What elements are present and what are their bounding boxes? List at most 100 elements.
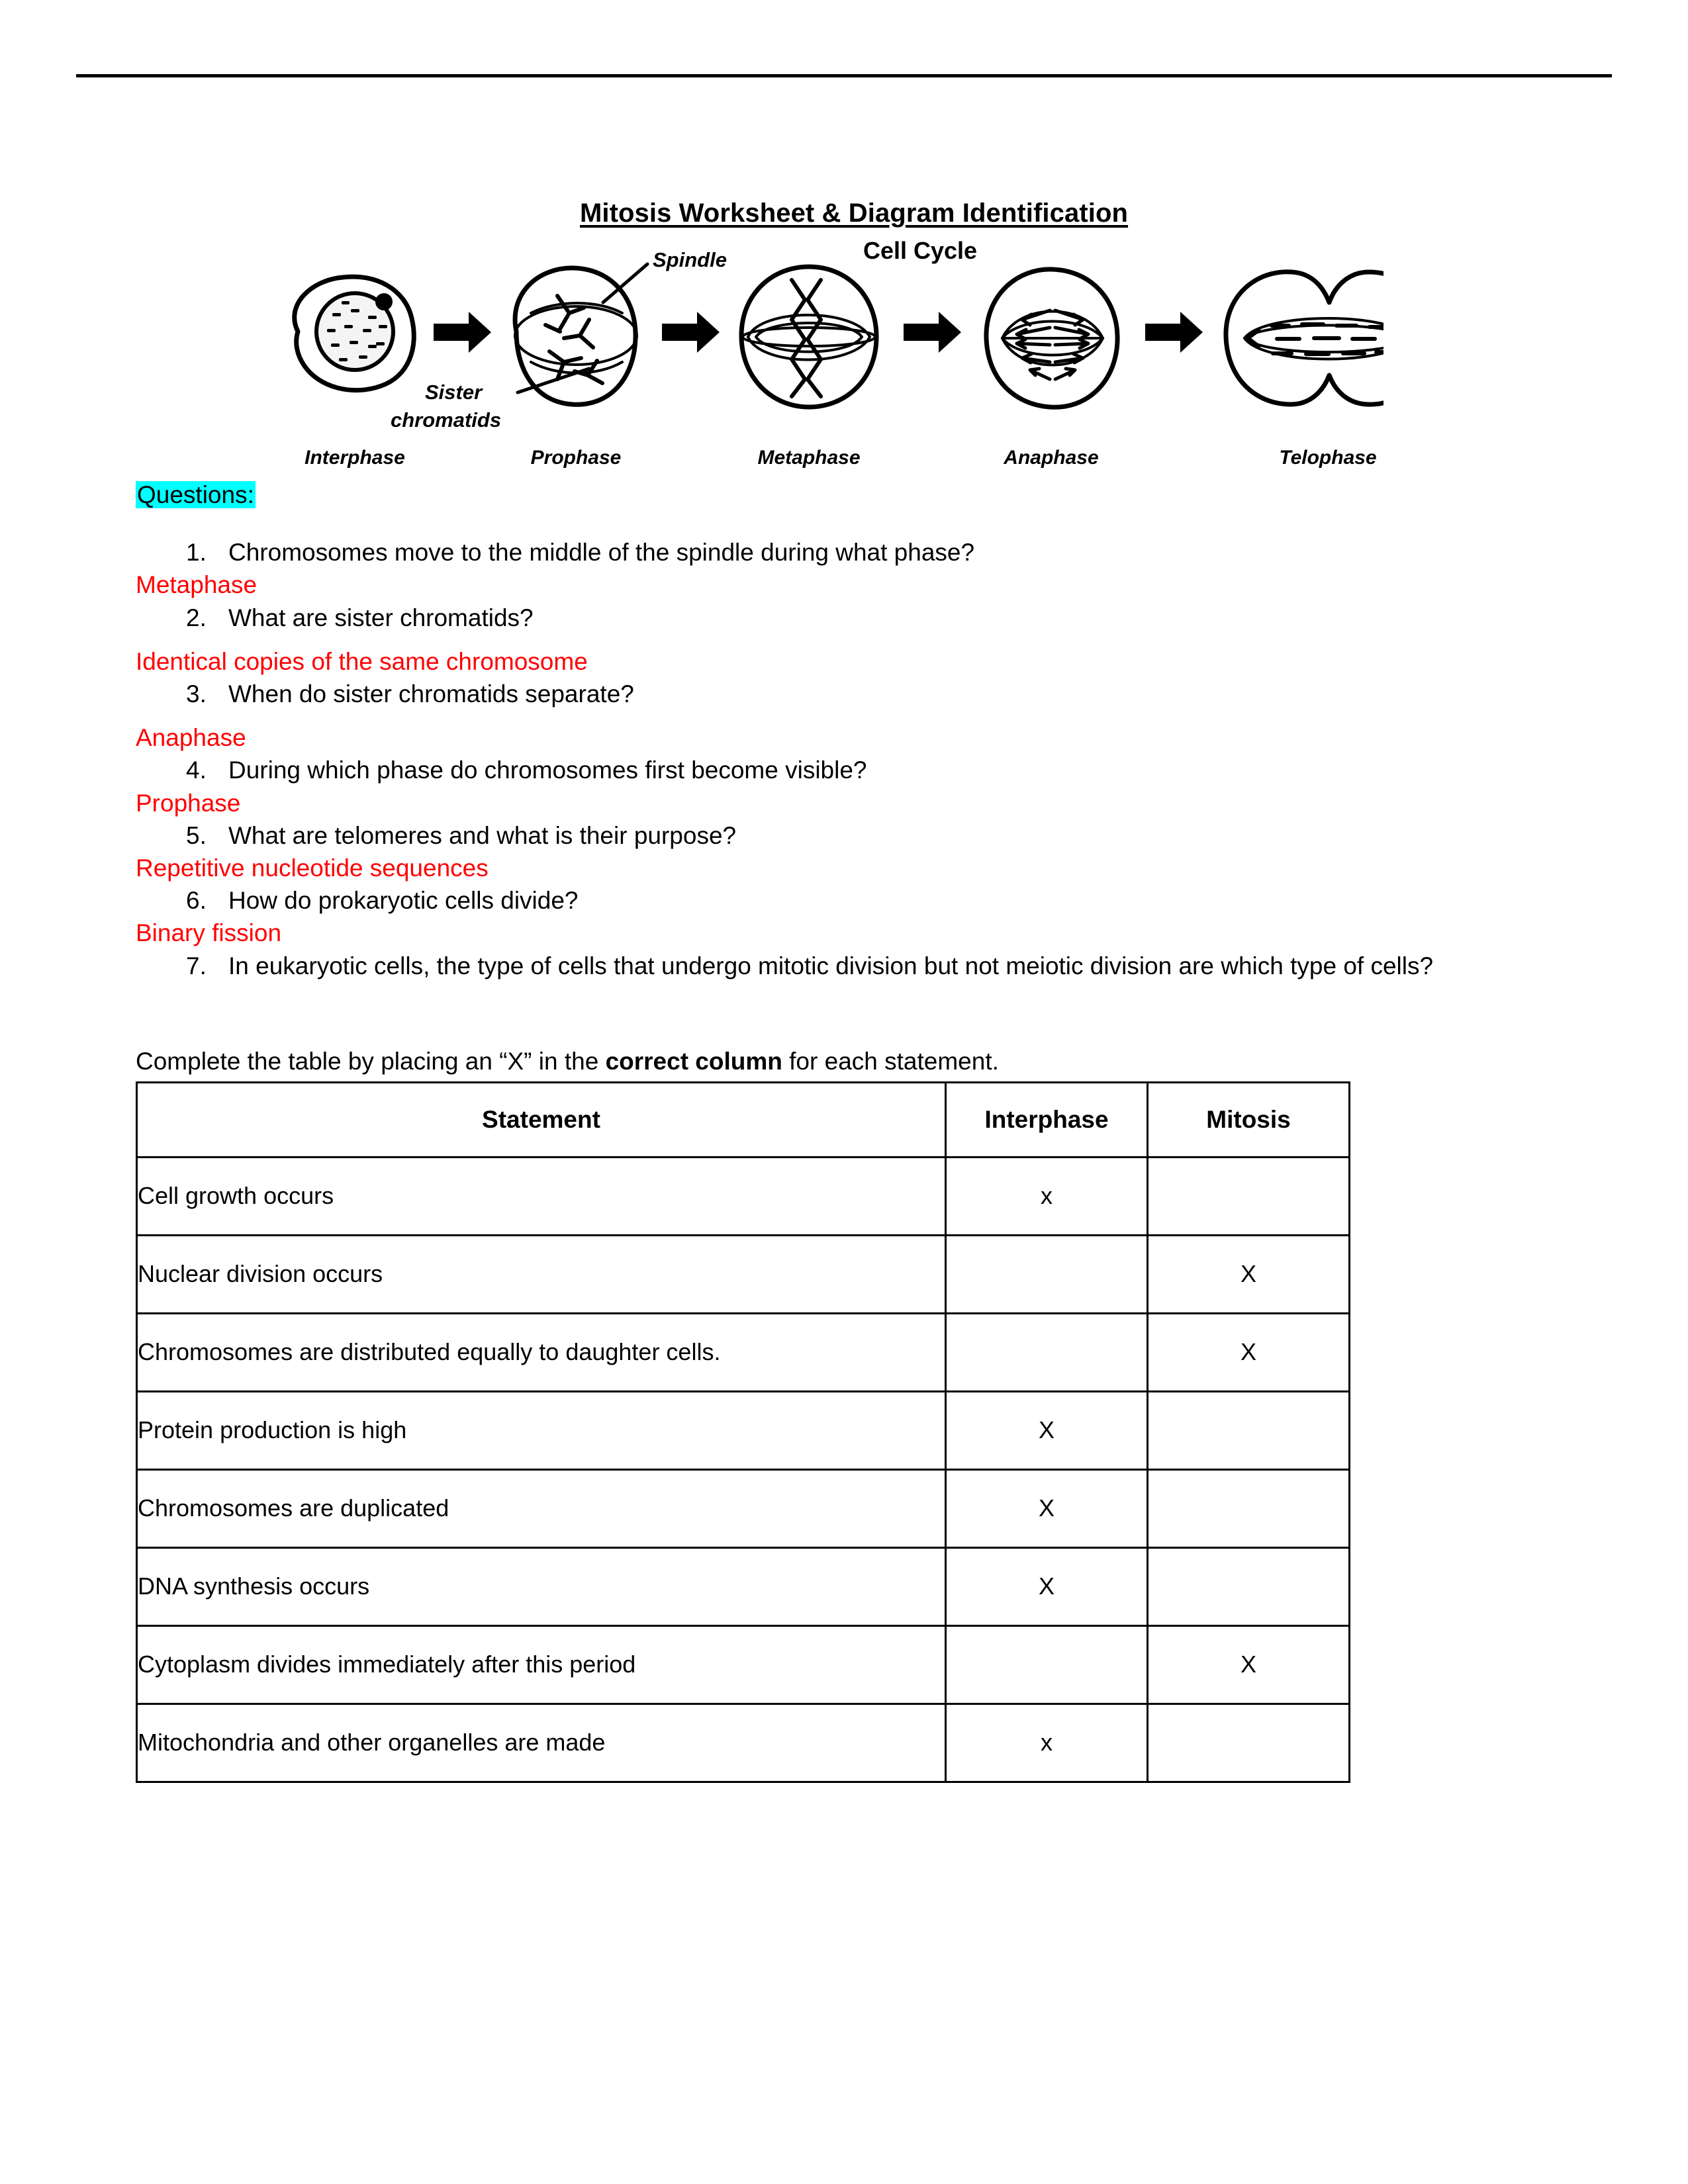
- row-3-mitosis-mark[interactable]: X: [1147, 1312, 1350, 1392]
- table-row: Nuclear division occurs X: [136, 1234, 1350, 1314]
- phase-label-interphase: Interphase: [305, 447, 405, 469]
- questions-list: 1. Chromosomes move to the middle of the…: [136, 536, 1552, 982]
- question-5: 5. What are telomeres and what is their …: [136, 819, 1552, 852]
- question-5-number: 5.: [186, 821, 207, 849]
- table-instruction-after: for each statement.: [782, 1047, 999, 1075]
- phase-label-prophase: Prophase: [531, 447, 622, 469]
- question-7: 7. In eukaryotic cells, the type of cell…: [136, 950, 1552, 982]
- document-page: Mitosis Worksheet & Diagram Identificati…: [0, 0, 1688, 2184]
- question-3: 3. When do sister chromatids separate?: [136, 678, 1552, 710]
- row-2-statement: Nuclear division occurs: [136, 1234, 947, 1314]
- arrow-4: [1145, 312, 1203, 353]
- table-instruction-before: Complete the table by placing an “X” in …: [136, 1047, 606, 1075]
- table-row: Mitochondria and other organelles are ma…: [136, 1702, 1350, 1783]
- sister-chromatids-callout-line2: chromatids: [391, 408, 501, 432]
- row-5-statement: Chromosomes are duplicated: [136, 1468, 947, 1549]
- question-7-number: 7.: [186, 952, 207, 979]
- row-8-interphase-mark[interactable]: x: [945, 1702, 1149, 1783]
- row-5-mitosis-mark[interactable]: [1147, 1468, 1350, 1549]
- diagram-title: Cell Cycle: [863, 239, 977, 264]
- header-divider: [76, 74, 1612, 77]
- question-2: 2. What are sister chromatids?: [136, 602, 1552, 634]
- row-5-interphase-mark[interactable]: X: [945, 1468, 1149, 1549]
- table-instruction-bold: correct column: [605, 1047, 782, 1075]
- question-5-text: What are telomeres and what is their pur…: [228, 821, 737, 849]
- phase-label-metaphase: Metaphase: [757, 447, 860, 469]
- question-6-number: 6.: [186, 887, 207, 915]
- qa-item-2: 2. What are sister chromatids? Identical…: [136, 602, 1552, 678]
- table-row: DNA synthesis occurs X: [136, 1546, 1350, 1627]
- answer-2: Identical copies of the same chromosome: [136, 647, 588, 675]
- answer-1: Metaphase: [136, 571, 258, 599]
- interphase-mitosis-table: Statement Interphase Mitosis Cell growth…: [136, 1081, 1350, 1783]
- row-6-interphase-mark[interactable]: X: [945, 1546, 1149, 1627]
- row-3-interphase-mark[interactable]: [945, 1312, 1149, 1392]
- row-7-mitosis-mark[interactable]: X: [1147, 1624, 1350, 1705]
- row-7-statement: Cytoplasm divides immediately after this…: [136, 1624, 947, 1705]
- row-4-interphase-mark[interactable]: X: [945, 1390, 1149, 1471]
- row-7-interphase-mark[interactable]: [945, 1624, 1149, 1705]
- qa-item-1: 1. Chromosomes move to the middle of the…: [136, 536, 1552, 601]
- arrow-3: [904, 312, 961, 353]
- table-header-row: Statement Interphase Mitosis: [136, 1081, 1350, 1158]
- question-6: 6. How do prokaryotic cells divide?: [136, 884, 1552, 917]
- question-2-number: 2.: [186, 604, 207, 631]
- table-row: Cell growth occurs x: [136, 1156, 1350, 1236]
- answer-3: Anaphase: [136, 724, 246, 752]
- question-4-number: 4.: [186, 756, 207, 784]
- table-row: Chromosomes are distributed equally to d…: [136, 1312, 1350, 1392]
- prophase-cell: [512, 262, 649, 407]
- telophase-cell: [1223, 269, 1383, 407]
- row-4-statement: Protein production is high: [136, 1390, 947, 1471]
- row-6-mitosis-mark[interactable]: [1147, 1546, 1350, 1627]
- answer-6: Binary fission: [136, 919, 282, 947]
- question-4-text: During which phase do chromosomes first …: [228, 756, 867, 784]
- qa-item-7: 7. In eukaryotic cells, the type of cell…: [136, 950, 1552, 982]
- questions-heading: Questions:: [136, 480, 1552, 510]
- question-3-text: When do sister chromatids separate?: [228, 680, 634, 707]
- qa-item-3: 3. When do sister chromatids separate? A…: [136, 678, 1552, 754]
- table-row: Protein production is high X: [136, 1390, 1350, 1471]
- answer-4: Prophase: [136, 789, 241, 817]
- row-1-interphase-mark[interactable]: x: [945, 1156, 1149, 1236]
- question-2-text: What are sister chromatids?: [228, 604, 534, 631]
- cell-cycle-diagram: Cell Cycle Spindle Sister chromatids Int…: [258, 239, 1383, 477]
- row-8-statement: Mitochondria and other organelles are ma…: [136, 1702, 947, 1783]
- question-7-text: In eukaryotic cells, the type of cells t…: [228, 952, 1434, 979]
- question-3-number: 3.: [186, 680, 207, 707]
- spindle-callout-label: Spindle: [653, 248, 727, 271]
- cell-cycle-illustration: Cell Cycle Spindle Sister chromatids Int…: [292, 239, 1383, 469]
- question-4: 4. During which phase do chromosomes fir…: [136, 754, 1552, 786]
- row-6-statement: DNA synthesis occurs: [136, 1546, 947, 1627]
- column-header-statement: Statement: [136, 1081, 947, 1158]
- row-2-interphase-mark[interactable]: [945, 1234, 1149, 1314]
- answer-5: Repetitive nucleotide sequences: [136, 854, 489, 882]
- table-row: Cytoplasm divides immediately after this…: [136, 1624, 1350, 1705]
- row-1-mitosis-mark[interactable]: [1147, 1156, 1350, 1236]
- question-1-number: 1.: [186, 539, 207, 567]
- question-1-text: Chromosomes move to the middle of the sp…: [228, 539, 975, 567]
- arrow-2: [662, 312, 720, 353]
- arrow-1: [434, 312, 491, 353]
- row-4-mitosis-mark[interactable]: [1147, 1390, 1350, 1471]
- row-1-statement: Cell growth occurs: [136, 1156, 947, 1236]
- row-8-mitosis-mark[interactable]: [1147, 1702, 1350, 1783]
- qa-item-5: 5. What are telomeres and what is their …: [136, 819, 1552, 884]
- page-title: Mitosis Worksheet & Diagram Identificati…: [579, 199, 1129, 228]
- question-6-text: How do prokaryotic cells divide?: [228, 887, 579, 915]
- row-3-statement: Chromosomes are distributed equally to d…: [136, 1312, 947, 1392]
- metaphase-cell: [739, 264, 879, 410]
- column-header-mitosis: Mitosis: [1147, 1081, 1350, 1158]
- phase-label-anaphase: Anaphase: [1003, 447, 1098, 469]
- sister-chromatids-callout-line1: Sister: [425, 381, 483, 404]
- qa-item-4: 4. During which phase do chromosomes fir…: [136, 754, 1552, 819]
- table-row: Chromosomes are duplicated X: [136, 1468, 1350, 1549]
- column-header-interphase: Interphase: [945, 1081, 1149, 1158]
- document-content: Mitosis Worksheet & Diagram Identificati…: [136, 199, 1552, 1783]
- row-2-mitosis-mark[interactable]: X: [1147, 1234, 1350, 1314]
- qa-item-6: 6. How do prokaryotic cells divide? Bina…: [136, 884, 1552, 949]
- question-1: 1. Chromosomes move to the middle of the…: [136, 536, 1552, 569]
- interphase-cell: [292, 274, 416, 393]
